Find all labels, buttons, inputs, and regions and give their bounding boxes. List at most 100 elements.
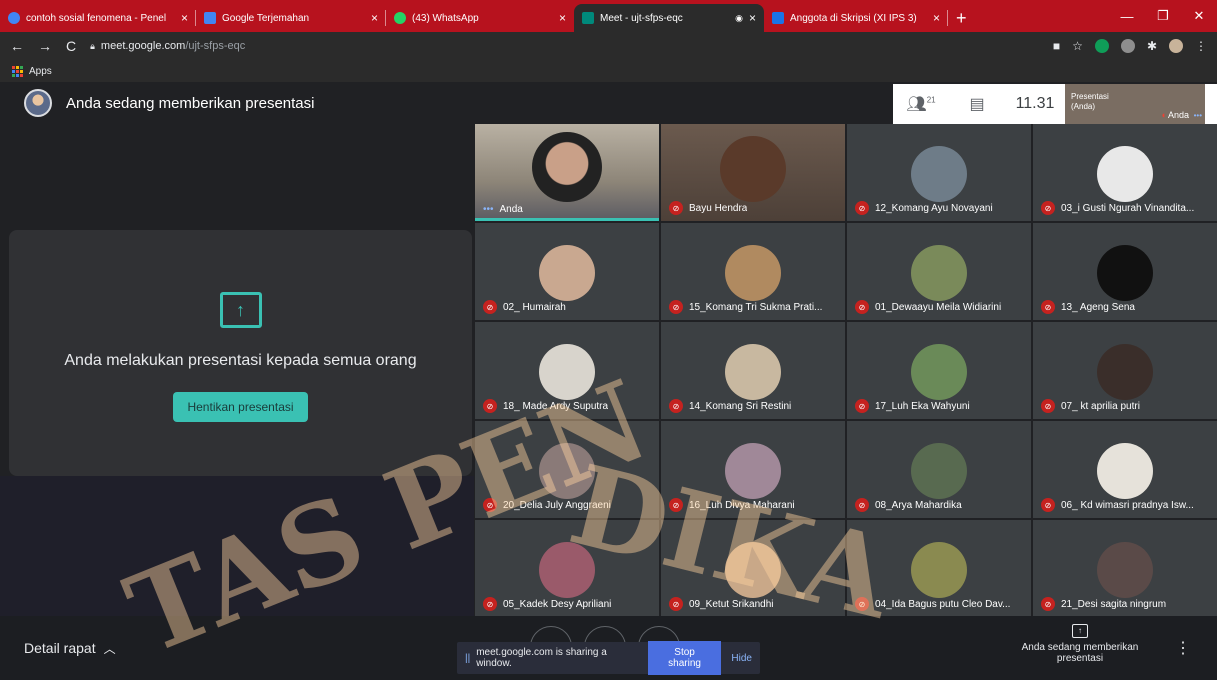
close-icon[interactable]: ×: [559, 11, 566, 25]
participant-name: 06_ Kd wimasri pradnya Isw...: [1061, 499, 1194, 511]
stop-sharing-button[interactable]: Stop sharing: [647, 641, 722, 675]
reload-icon[interactable]: C: [66, 38, 76, 54]
grammarly-icon[interactable]: [1094, 39, 1109, 53]
sharing-notification: || meet.google.com is sharing a window. …: [457, 641, 760, 675]
meeting-toolbar: 👥︎21 ▤ 11.31 Presentasi (Anda) ◖ Anda •••: [893, 84, 1217, 124]
participant-tile[interactable]: ••• Anda: [475, 124, 659, 221]
participant-tile[interactable]: ⊘ 21_Desi sagita ningrum: [1033, 520, 1217, 617]
camera-icon[interactable]: ■: [1053, 39, 1060, 53]
participant-tile[interactable]: ⊘ 14_Komang Sri Restini: [661, 322, 845, 419]
puzzle-icon[interactable]: ✱: [1147, 39, 1157, 53]
mic-off-icon: ⊘: [855, 300, 869, 314]
back-icon[interactable]: ←: [10, 38, 24, 54]
participant-video: [532, 132, 602, 202]
url-path: /ujt-sfps-eqc: [185, 40, 246, 52]
more-options-icon[interactable]: •••: [1194, 111, 1202, 120]
participant-tile[interactable]: ⊘ 02_ Humairah: [475, 223, 659, 320]
stop-presenting-button[interactable]: Hentikan presentasi: [173, 392, 308, 422]
participant-tile[interactable]: ⊘ 16_Luh Divya Maharani: [661, 421, 845, 518]
avatar: [911, 443, 967, 499]
meeting-details-button[interactable]: Detail rapat ︿: [24, 640, 116, 657]
participant-tile[interactable]: ⊘ 03_i Gusti Ngurah Vinandita...: [1033, 124, 1217, 221]
close-icon[interactable]: ×: [181, 11, 188, 25]
toolbar-icons: ■ ☆ ✱ ⋮: [1053, 32, 1207, 60]
avatar: [725, 245, 781, 301]
more-options-icon[interactable]: ⋮: [1175, 638, 1191, 658]
chevron-up-icon: ︿: [103, 642, 116, 656]
new-tab-button[interactable]: +: [956, 4, 967, 32]
participant-name: 20_Delia July Anggraeni: [503, 499, 611, 511]
whatsapp-icon: [394, 12, 406, 24]
presenting-status-button[interactable]: ↑ Anda sedang memberikan presentasi: [1015, 624, 1145, 664]
avatar: [911, 245, 967, 301]
participant-name: 04_Ida Bagus putu Cleo Dav...: [875, 598, 1011, 610]
participant-tile[interactable]: ⊘ 20_Delia July Anggraeni: [475, 421, 659, 518]
avatar: [725, 443, 781, 499]
participant-count: 21: [926, 95, 936, 105]
participant-tile[interactable]: ⊘ 18_ Made Ardy Suputra: [475, 322, 659, 419]
participant-name: 13_ Ageng Sena: [1061, 301, 1135, 313]
avatar: [911, 146, 967, 202]
minimize-icon[interactable]: —: [1109, 9, 1145, 24]
participant-tile[interactable]: ⊘ 04_Ida Bagus putu Cleo Dav...: [847, 520, 1031, 617]
tab-contoh-sosial[interactable]: contoh sosial fenomena - Penel ×: [0, 4, 196, 32]
close-icon[interactable]: ×: [371, 11, 378, 25]
presenting-status-label: Anda sedang memberikan presentasi: [1021, 642, 1139, 664]
avatar: [539, 245, 595, 301]
share-notice-text: meet.google.com is sharing a window.: [476, 647, 607, 669]
chat-icon[interactable]: ▤: [949, 94, 1005, 114]
mic-off-icon: ⊘: [1041, 399, 1055, 413]
window-controls: — ❐ ✕: [1109, 0, 1217, 32]
people-icon[interactable]: 👥︎21: [893, 94, 949, 114]
participant-name: 18_ Made Ardy Suputra: [503, 400, 609, 412]
participant-name: Anda: [499, 204, 523, 215]
avatar: [539, 542, 595, 598]
speaking-indicator: [475, 218, 659, 221]
avatar: [1097, 245, 1153, 301]
participant-tile[interactable]: ⊘ 01_Dewaayu Meila Widiarini: [847, 223, 1031, 320]
close-window-icon[interactable]: ✕: [1181, 8, 1217, 24]
participant-tile[interactable]: ⊘ 09_Ketut Srikandhi: [661, 520, 845, 617]
tab-whatsapp[interactable]: (43) WhatsApp ×: [386, 4, 574, 32]
participant-tile[interactable]: ⊘ 15_Komang Tri Sukma Prati...: [661, 223, 845, 320]
participant-tile[interactable]: ⊘ 08_Arya Mahardika: [847, 421, 1031, 518]
participant-tile[interactable]: ⊘ 12_Komang Ayu Novayani: [847, 124, 1031, 221]
tab-title: (43) WhatsApp: [412, 12, 479, 24]
tab-anggota-skripsi[interactable]: Anggota di Skripsi (XI IPS 3) ×: [764, 4, 948, 32]
avatar: [539, 344, 595, 400]
bookmark-apps[interactable]: Apps: [29, 66, 52, 77]
participant-tile[interactable]: ⊘ 17_Luh Eka Wahyuni: [847, 322, 1031, 419]
presenter-bar: Anda sedang memberikan presentasi: [0, 82, 890, 124]
more-options-icon[interactable]: •••: [483, 204, 494, 215]
menu-kebab-icon[interactable]: ⋮: [1195, 39, 1207, 53]
avatar: [725, 344, 781, 400]
url-field[interactable]: 🔒︎ meet.google.com /ujt-sfps-eqc: [90, 40, 245, 52]
participant-tile[interactable]: ⊘ Bayu Hendra: [661, 124, 845, 221]
profile-avatar[interactable]: [1169, 39, 1183, 53]
participant-name: 21_Desi sagita ningrum: [1061, 598, 1167, 610]
mic-off-icon: ⊘: [669, 498, 683, 512]
close-icon[interactable]: ×: [933, 11, 940, 25]
self-view-thumbnail[interactable]: Presentasi (Anda) ◖ Anda •••: [1065, 84, 1205, 124]
avatar: [911, 542, 967, 598]
self-name: Anda: [1167, 110, 1189, 120]
star-icon[interactable]: ☆: [1072, 39, 1083, 53]
tab-google-translate[interactable]: Google Terjemahan ×: [196, 4, 386, 32]
close-icon[interactable]: ×: [749, 11, 756, 25]
classroom-icon: [772, 12, 784, 24]
participant-name: 15_Komang Tri Sukma Prati...: [689, 301, 823, 313]
forward-icon[interactable]: →: [38, 38, 52, 54]
mic-off-icon: ⊘: [669, 399, 683, 413]
restore-icon[interactable]: ❐: [1145, 8, 1181, 24]
tab-meet[interactable]: Meet - ujt-sfps-eqc ◉ ×: [574, 4, 764, 32]
hide-link[interactable]: Hide: [731, 653, 752, 664]
url-host: meet.google.com: [100, 40, 186, 52]
meet-icon: [582, 12, 594, 24]
extension-icon[interactable]: [1120, 39, 1135, 53]
apps-icon[interactable]: [12, 65, 23, 77]
participant-tile[interactable]: ⊘ 07_ kt aprilia putri: [1033, 322, 1217, 419]
avatar: [911, 344, 967, 400]
participant-tile[interactable]: ⊘ 13_ Ageng Sena: [1033, 223, 1217, 320]
participant-tile[interactable]: ⊘ 06_ Kd wimasri pradnya Isw...: [1033, 421, 1217, 518]
participant-tile[interactable]: ⊘ 05_Kadek Desy Apriliani: [475, 520, 659, 617]
